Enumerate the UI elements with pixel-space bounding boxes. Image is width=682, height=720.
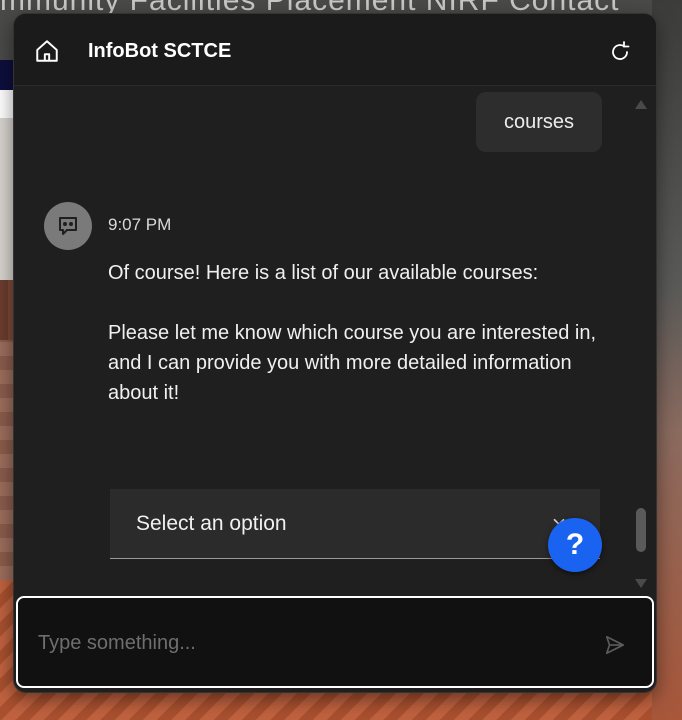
select-label: Select an option: [136, 512, 287, 535]
message-input-area: [16, 596, 654, 688]
scroll-down-arrow-icon[interactable]: [634, 578, 648, 590]
bot-message-time: 9:07 PM: [108, 215, 172, 234]
bot-message-paragraph: Please let me know which course you are …: [108, 322, 597, 404]
scrollbar-thumb[interactable]: [636, 508, 646, 552]
scroll-up-arrow-icon[interactable]: [634, 98, 648, 110]
message-list: courses 9:07 PM Of course! Here is a lis…: [14, 86, 656, 596]
bot-message-text: Of course! Here is a list of our availab…: [108, 258, 608, 438]
bot-avatar: [44, 202, 92, 250]
help-button[interactable]: ?: [548, 518, 602, 572]
send-icon: [605, 635, 625, 655]
chat-title: InfoBot SCTCE: [88, 40, 232, 62]
home-icon: [36, 40, 58, 62]
user-message-bubble: courses: [476, 92, 602, 152]
chat-widget: InfoBot SCTCE courses 9:07 PM Of course!…: [14, 14, 656, 692]
bot-message-paragraph: Of course! Here is a list of our availab…: [108, 262, 539, 284]
message-input[interactable]: [38, 628, 578, 658]
home-button[interactable]: [34, 38, 60, 64]
refresh-icon: [612, 41, 630, 60]
background-right-edge: [652, 0, 682, 720]
refresh-button[interactable]: [608, 40, 632, 64]
send-button[interactable]: [604, 634, 626, 656]
chat-header: InfoBot SCTCE: [14, 14, 656, 86]
bot-chat-icon: [59, 217, 77, 235]
course-select-dropdown[interactable]: Select an option: [110, 489, 600, 559]
message-scrollbar[interactable]: [632, 98, 650, 598]
